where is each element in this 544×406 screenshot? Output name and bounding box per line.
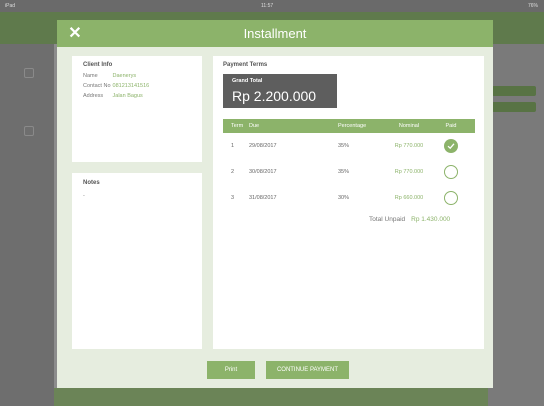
paid-check-icon[interactable]	[444, 139, 458, 153]
modal-header: ✕ Installment	[57, 20, 493, 47]
modal-title: Installment	[243, 26, 307, 41]
print-button[interactable]: Print	[207, 361, 255, 379]
payment-terms-panel: Payment Terms Grand Total Rp 2.200.000 T…	[213, 56, 484, 349]
status-battery: 76%	[527, 3, 538, 9]
client-contact-label: Contact No	[83, 83, 111, 89]
row-term: 2	[231, 169, 235, 175]
payment-terms-heading: Payment Terms	[223, 62, 268, 68]
row-due: 29/08/2017	[249, 143, 277, 149]
row-due: 31/08/2017	[249, 195, 277, 201]
row-percentage: 35%	[338, 169, 350, 175]
total-unpaid: Total Unpaid Rp 1.430.000	[369, 216, 450, 223]
status-carrier: iPad	[5, 3, 16, 9]
notes-panel[interactable]: Notes -	[72, 173, 202, 349]
background-right-bar	[492, 102, 536, 112]
installment-modal: ✕ Installment Client Info Name Daenerys …	[57, 20, 493, 388]
client-address-value: Jalan Bagus	[112, 93, 143, 99]
notes-value: -	[83, 193, 85, 199]
row-nominal: Rp 770.000	[394, 143, 424, 149]
row-term: 1	[231, 143, 235, 149]
client-name-value: Daenerys	[112, 73, 137, 79]
sidebar-icon	[24, 126, 34, 136]
row-nominal: Rp 660.000	[394, 195, 424, 201]
grand-total-value: Rp 2.200.000	[232, 88, 317, 104]
col-percentage: Percentage	[338, 123, 367, 129]
col-due: Due	[249, 123, 260, 129]
total-unpaid-label: Total Unpaid	[369, 216, 406, 223]
client-address-label: Address	[83, 93, 104, 99]
row-percentage: 30%	[338, 195, 350, 201]
client-info-panel: Client Info Name Daenerys Contact No 081…	[72, 56, 202, 162]
continue-payment-button[interactable]: CONTINUE PAYMENT	[266, 361, 349, 379]
total-unpaid-value: Rp 1.430.000	[411, 216, 451, 223]
status-bar: iPad 11:57 76%	[0, 0, 544, 12]
table-row: 3 31/08/2017 30% Rp 660.000	[223, 188, 475, 208]
col-paid: Paid	[445, 123, 457, 129]
client-contact-value: 081213141516	[112, 83, 150, 89]
client-address-row: Address Jalan Bagus	[83, 93, 143, 99]
terms-table-header: Term Due Percentage Nominal Paid	[223, 119, 475, 133]
client-info-heading: Client Info	[83, 62, 113, 68]
row-due: 30/08/2017	[249, 169, 277, 175]
background-sidebar	[0, 44, 54, 406]
status-time: 11:57	[261, 3, 274, 9]
col-term: Term	[231, 123, 244, 129]
client-name-row: Name Daenerys	[83, 73, 136, 79]
unpaid-circle-icon[interactable]	[444, 165, 458, 179]
table-row: 1 29/08/2017 35% Rp 770.000	[223, 136, 475, 156]
background-footer	[54, 388, 488, 406]
client-name-label: Name	[83, 73, 98, 79]
row-term: 3	[231, 195, 235, 201]
row-nominal: Rp 770.000	[394, 169, 424, 175]
background-right-bar	[492, 86, 536, 96]
row-percentage: 35%	[338, 143, 350, 149]
background-right-panel	[488, 44, 544, 406]
unpaid-circle-icon[interactable]	[444, 191, 458, 205]
grand-total-box: Grand Total Rp 2.200.000	[223, 74, 337, 108]
table-row: 2 30/08/2017 35% Rp 770.000	[223, 162, 475, 182]
client-contact-row: Contact No 081213141516	[83, 83, 149, 89]
notes-heading: Notes	[83, 180, 100, 186]
sidebar-icon	[24, 68, 34, 78]
grand-total-label: Grand Total	[232, 78, 263, 84]
col-nominal: Nominal	[398, 123, 420, 129]
